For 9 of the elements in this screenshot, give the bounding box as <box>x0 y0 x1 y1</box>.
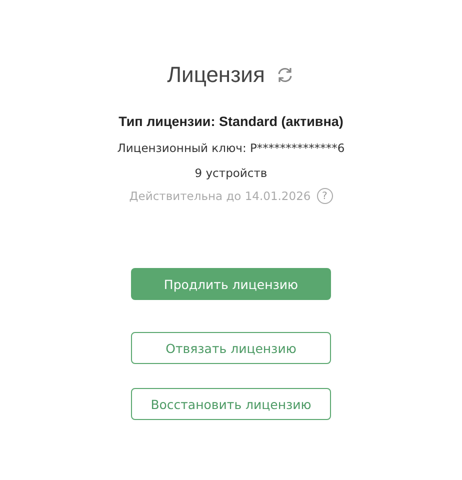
help-button[interactable]: ? <box>316 188 333 204</box>
valid-until: Действительна до 14.01.2026 <box>129 189 311 203</box>
device-count: 9 устройств <box>194 166 268 180</box>
license-type: Тип лицензии: Standard (активна) <box>118 114 344 129</box>
license-key: Лицензионный ключ: P**************6 <box>117 141 345 155</box>
restore-button[interactable]: Восстановить лицензию <box>131 388 331 420</box>
page-title: Лицензия <box>167 62 265 88</box>
unlink-button[interactable]: Отвязать лицензию <box>131 332 331 364</box>
renew-button[interactable]: Продлить лицензию <box>131 268 331 300</box>
